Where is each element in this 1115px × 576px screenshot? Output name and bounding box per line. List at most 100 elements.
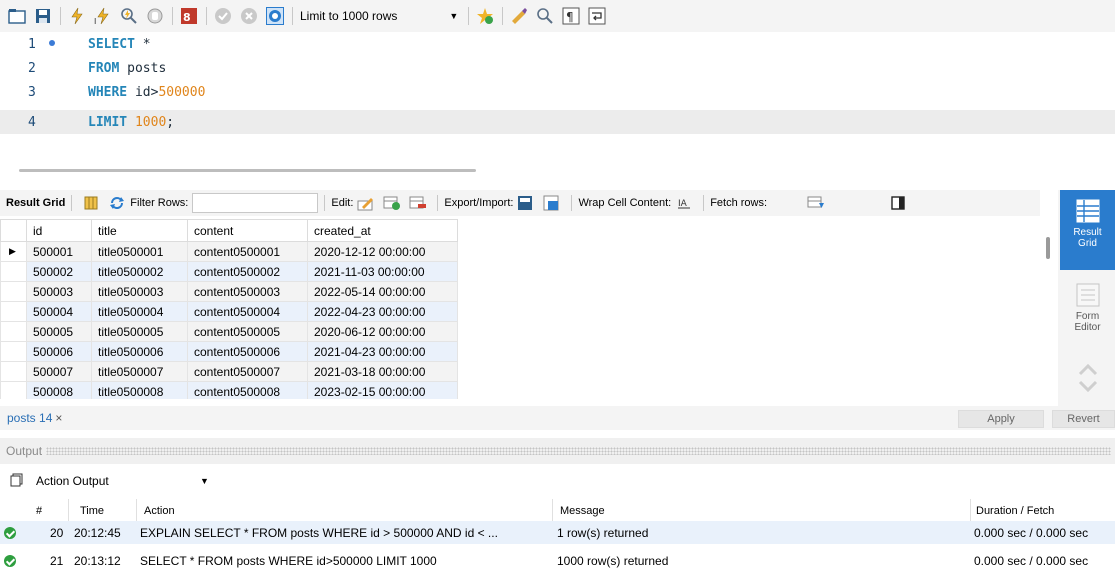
- table-cell[interactable]: title0500001: [91, 241, 188, 262]
- output-row[interactable]: 21 20:13:12 SELECT * FROM posts WHERE id…: [0, 549, 1115, 572]
- table-cell[interactable]: content0500007: [187, 361, 308, 382]
- stop-icon[interactable]: [146, 7, 164, 25]
- table-cell[interactable]: 2022-04-23 00:00:00: [307, 301, 458, 322]
- wrap-icon[interactable]: [588, 7, 606, 25]
- form-editor-side-button[interactable]: Form Editor: [1060, 282, 1115, 342]
- limit-rows-select[interactable]: Limit to 1000 rows: [300, 9, 397, 23]
- beautify-icon[interactable]: [510, 7, 528, 25]
- column-header-created-at[interactable]: created_at: [307, 219, 458, 242]
- table-row[interactable]: 500007 title0500007 content0500007 2021-…: [0, 361, 458, 382]
- filter-rows-input[interactable]: [192, 193, 319, 213]
- code-line[interactable]: 1 SELECT *: [0, 32, 1115, 56]
- table-cell[interactable]: title0500006: [91, 341, 188, 362]
- tab-posts-14[interactable]: posts 14 ×: [7, 411, 62, 425]
- autocommit-icon[interactable]: [266, 7, 284, 25]
- table-row[interactable]: 500008 title0500008 content0500008 2023-…: [0, 381, 458, 399]
- editor-horizontal-scrollbar[interactable]: [19, 169, 476, 172]
- sql-editor[interactable]: 1 SELECT * 2 FROM posts 3 WHERE id>50000…: [0, 32, 1115, 172]
- table-cell[interactable]: content0500006: [187, 341, 308, 362]
- output-col-duration[interactable]: Duration / Fetch: [976, 505, 1054, 517]
- table-cell[interactable]: title0500008: [91, 381, 188, 399]
- output-col-num[interactable]: #: [36, 505, 42, 517]
- table-cell[interactable]: 2021-11-03 00:00:00: [307, 261, 458, 282]
- table-cell[interactable]: 500005: [26, 321, 92, 342]
- result-grid-side-button[interactable]: Result Grid: [1060, 190, 1115, 270]
- table-cell[interactable]: content0500005: [187, 321, 308, 342]
- output-col-action[interactable]: Action: [144, 505, 175, 517]
- refresh-icon[interactable]: [108, 195, 126, 211]
- code-line[interactable]: 2 FROM posts: [0, 56, 1115, 80]
- close-icon[interactable]: ×: [55, 411, 62, 425]
- table-cell[interactable]: 500002: [26, 261, 92, 282]
- table-cell[interactable]: 500003: [26, 281, 92, 302]
- table-row[interactable]: 500004 title0500004 content0500004 2022-…: [0, 301, 458, 322]
- code-line[interactable]: 3 WHERE id>500000: [0, 80, 1115, 104]
- table-cell[interactable]: 2021-04-23 00:00:00: [307, 341, 458, 362]
- invisible-chars-icon[interactable]: ¶: [562, 7, 580, 25]
- column-header-id[interactable]: id: [26, 219, 92, 242]
- table-cell[interactable]: title0500005: [91, 321, 188, 342]
- find-icon[interactable]: [536, 7, 554, 25]
- import-icon[interactable]: [543, 195, 561, 211]
- toggle-error-icon[interactable]: 8: [180, 7, 198, 25]
- output-type-select[interactable]: Action Output: [36, 474, 200, 488]
- export-icon[interactable]: [517, 195, 535, 211]
- commit-icon[interactable]: [214, 7, 232, 25]
- output-col-message[interactable]: Message: [560, 505, 605, 517]
- table-cell[interactable]: content0500003: [187, 281, 308, 302]
- delete-row-icon[interactable]: [409, 195, 427, 211]
- execute-current-icon[interactable]: I: [94, 7, 112, 25]
- table-cell[interactable]: title0500004: [91, 301, 188, 322]
- table-cell[interactable]: content0500001: [187, 241, 308, 262]
- table-cell[interactable]: content0500002: [187, 261, 308, 282]
- table-row[interactable]: 500003 title0500003 content0500003 2022-…: [0, 281, 458, 302]
- table-cell[interactable]: 2020-12-12 00:00:00: [307, 241, 458, 262]
- column-header-title[interactable]: title: [91, 219, 188, 242]
- table-cell[interactable]: 500004: [26, 301, 92, 322]
- toggle-panel-icon[interactable]: [889, 195, 907, 211]
- table-row[interactable]: 500005 title0500005 content0500005 2020-…: [0, 321, 458, 342]
- fetch-rows-icon[interactable]: [807, 195, 825, 211]
- table-cell[interactable]: 2021-03-18 00:00:00: [307, 361, 458, 382]
- add-row-icon[interactable]: [383, 195, 401, 211]
- table-cell[interactable]: content0500008: [187, 381, 308, 399]
- edit-pencil-icon[interactable]: [357, 195, 375, 211]
- rollback-icon[interactable]: [240, 7, 258, 25]
- table-cell[interactable]: title0500003: [91, 281, 188, 302]
- table-cell[interactable]: title0500007: [91, 361, 188, 382]
- table-cell[interactable]: 2020-06-12 00:00:00: [307, 321, 458, 342]
- apply-button[interactable]: Apply: [958, 410, 1044, 428]
- code-line-active[interactable]: 4 LIMIT 1000;: [0, 110, 1115, 134]
- explain-icon[interactable]: [120, 7, 138, 25]
- grid-layout-icon[interactable]: [82, 195, 100, 211]
- table-cell[interactable]: 500001: [26, 241, 92, 262]
- panel-drag-handle[interactable]: [46, 447, 1111, 455]
- table-row[interactable]: 500006 title0500006 content0500006 2021-…: [0, 341, 458, 362]
- table-cell[interactable]: content0500004: [187, 301, 308, 322]
- table-cell[interactable]: 2023-02-15 00:00:00: [307, 381, 458, 399]
- table-cell[interactable]: 500006: [26, 341, 92, 362]
- save-icon[interactable]: [34, 7, 52, 25]
- chevron-down-icon[interactable]: ▼: [449, 11, 458, 21]
- grid-vertical-scrollbar[interactable]: [1046, 237, 1050, 259]
- side-panel-scroll-button[interactable]: [1060, 360, 1115, 400]
- table-row[interactable]: 500002 title0500002 content0500002 2021-…: [0, 261, 458, 282]
- execute-icon[interactable]: [68, 7, 86, 25]
- result-grid[interactable]: id title content created_at ▶ 500001 tit…: [0, 219, 1040, 399]
- chevron-down-icon[interactable]: ▼: [200, 476, 209, 486]
- copy-icon[interactable]: [10, 473, 24, 490]
- output-toolbar: Action Output ▼: [0, 468, 1115, 494]
- table-cell[interactable]: title0500002: [91, 261, 188, 282]
- table-row[interactable]: ▶ 500001 title0500001 content0500001 202…: [0, 241, 458, 262]
- table-cell[interactable]: 500008: [26, 381, 92, 399]
- output-row[interactable]: 20 20:12:45 EXPLAIN SELECT * FROM posts …: [0, 521, 1115, 544]
- add-snippet-icon[interactable]: [476, 7, 494, 25]
- wrap-cell-icon[interactable]: IA: [675, 195, 693, 211]
- folder-icon[interactable]: [8, 7, 26, 25]
- column-header-content[interactable]: content: [187, 219, 308, 242]
- result-grid-label[interactable]: Result Grid: [6, 197, 65, 209]
- revert-button[interactable]: Revert: [1052, 410, 1115, 428]
- output-col-time[interactable]: Time: [80, 505, 104, 517]
- table-cell[interactable]: 2022-05-14 00:00:00: [307, 281, 458, 302]
- table-cell[interactable]: 500007: [26, 361, 92, 382]
